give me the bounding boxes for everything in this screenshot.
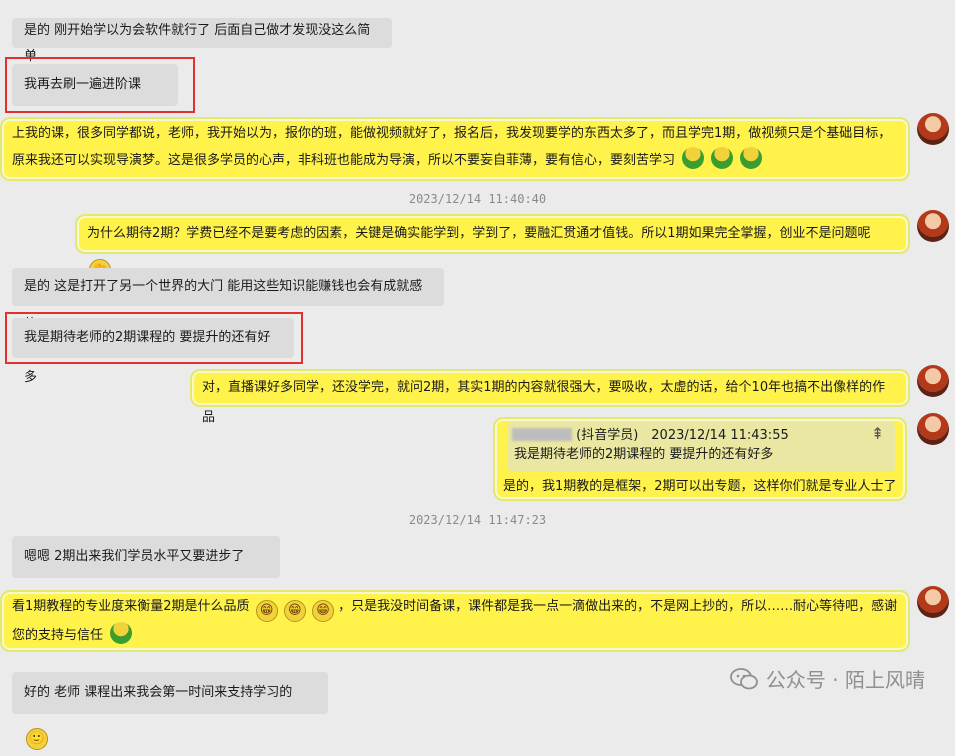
greeting-emoji-icon bbox=[711, 147, 734, 169]
wechat-icon bbox=[730, 668, 758, 690]
grin-emoji-icon: 😁 bbox=[311, 600, 334, 622]
message-bubble[interactable]: 为什么期待2期？学费已经不是要考虑的因素，关键是确实能学到，学到了，要融汇贯通才… bbox=[75, 214, 910, 281]
pin-icon[interactable]: ⇞ bbox=[871, 424, 884, 443]
quote-text: 我是期待老师的2期课程的 要提升的还有好多 bbox=[514, 447, 774, 462]
message-text: 为什么期待2期？学费已经不是要考虑的因素，关键是确实能学到，学到了，要融汇贯通才… bbox=[87, 226, 871, 241]
message-text: 嗯嗯 2期出来我们学员水平又要进步了 bbox=[24, 549, 245, 564]
message-bubble[interactable]: 是的 刚开始学以为会软件就行了 后面自己做才发现没这么简单 bbox=[12, 18, 392, 64]
message-bubble[interactable]: 上我的课，很多同学都说，老师，我开始以为，报你的班，能做视频就好了，报名后，我发… bbox=[0, 117, 910, 181]
quote-meta: (抖音学员) 2023/12/14 11:43:55 bbox=[576, 428, 789, 443]
avatar[interactable] bbox=[917, 365, 949, 397]
message-text: 是的，我1期教的是框架，2期可以出专题，这样你们就是专业人士了 bbox=[503, 479, 897, 494]
message-bubble[interactable]: 我是期待老师的2期课程的 要提升的还有好多 bbox=[12, 318, 294, 385]
timestamp: 2023/12/14 11:47:23 bbox=[408, 513, 547, 527]
grin-emoji-icon: 😁 bbox=[283, 600, 306, 622]
avatar[interactable] bbox=[917, 210, 949, 242]
message-bubble[interactable]: 是的 这是打开了另一个世界的大门 能用这些知识能赚钱也会有成就感的 bbox=[12, 268, 444, 332]
message-bubble[interactable]: 嗯嗯 2期出来我们学员水平又要进步了 😁 bbox=[12, 536, 280, 614]
message-text: 看1期教程的专业度来衡量2期是什么品质 bbox=[12, 599, 250, 614]
message-bubble[interactable]: 好的 老师 课程出来我会第一时间来支持学习的 🙂 bbox=[12, 672, 328, 750]
smile-emoji-icon: 🙂 bbox=[26, 728, 48, 750]
message-bubble[interactable]: 对，直播课好多同学，还没学完，就问2期，其实1期的内容就很强大，要吸收，太虚的话… bbox=[190, 369, 910, 425]
avatar[interactable] bbox=[917, 413, 949, 445]
greeting-emoji-icon bbox=[740, 147, 763, 169]
avatar[interactable] bbox=[917, 586, 949, 618]
watermark-text: 公众号 · 陌上风晴 bbox=[765, 668, 925, 692]
watermark: 公众号 · 陌上风晴 bbox=[730, 664, 925, 693]
message-text: 好的 老师 课程出来我会第一时间来支持学习的 bbox=[24, 685, 293, 700]
grin-emoji-icon: 😁 bbox=[255, 600, 278, 622]
greeting-emoji-icon bbox=[682, 147, 705, 169]
avatar[interactable] bbox=[917, 113, 949, 145]
timestamp: 2023/12/14 11:40:40 bbox=[408, 192, 547, 206]
message-bubble[interactable]: 看1期教程的专业度来衡量2期是什么品质 😁 😁 😁 ，只是我没时间备课，课件都是… bbox=[0, 590, 910, 652]
quote-header: (抖音学员) 2023/12/14 11:43:55 bbox=[512, 426, 789, 446]
greeting-emoji-icon bbox=[110, 622, 133, 644]
blurred-username bbox=[512, 428, 572, 441]
message-bubble[interactable]: 我再去刷一遍进阶课 😁 bbox=[12, 64, 178, 142]
message-text: 我再去刷一遍进阶课 bbox=[24, 77, 142, 92]
